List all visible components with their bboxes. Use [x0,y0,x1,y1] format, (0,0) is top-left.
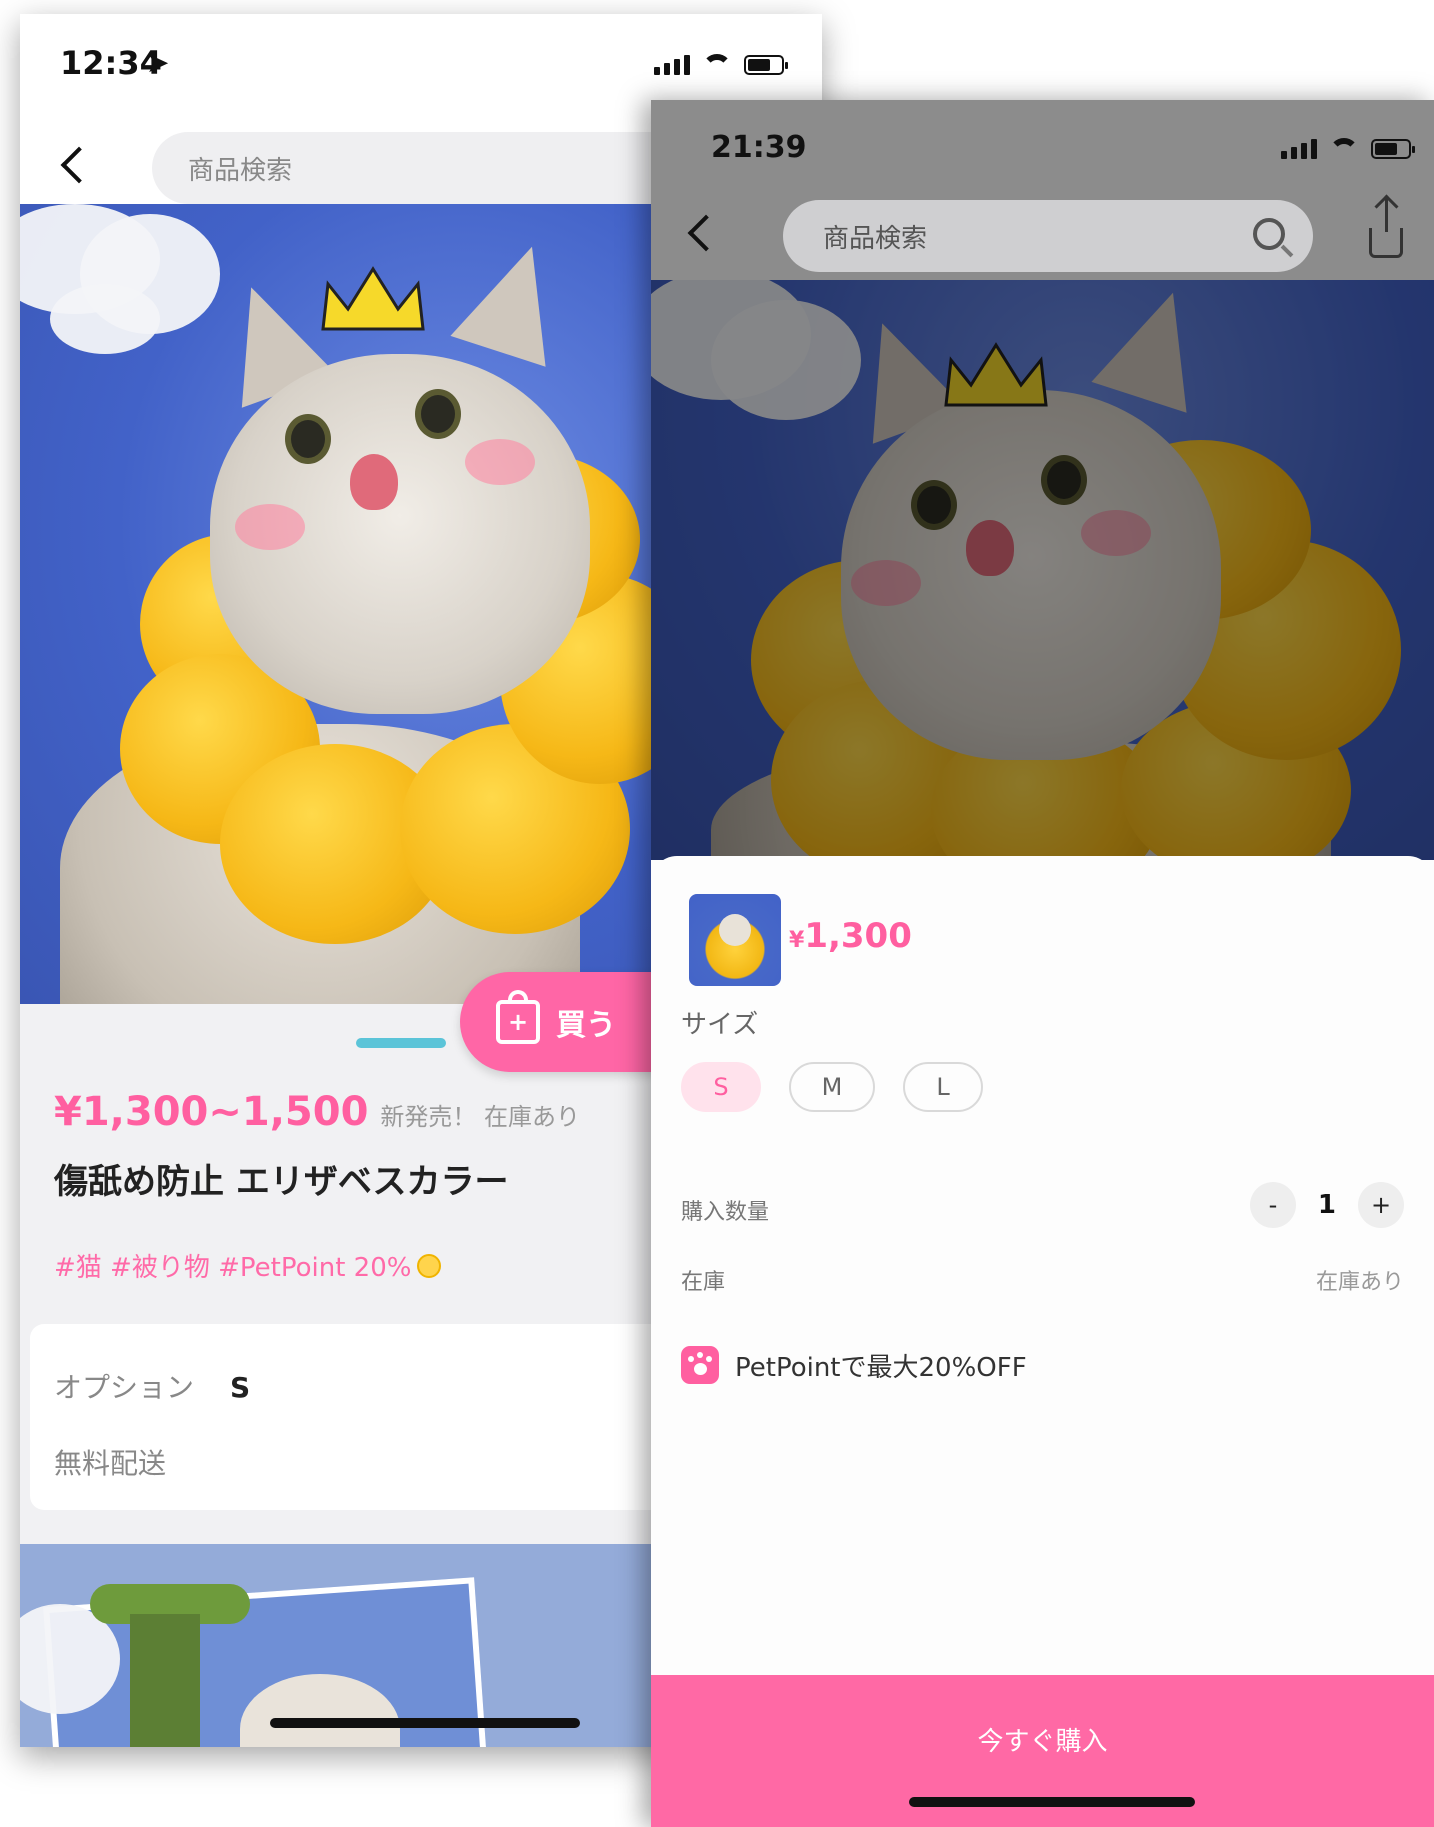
stock-value: 在庫あり [1315,1270,1404,1295]
search-placeholder: 商品検索 [823,223,928,254]
back-chevron-icon[interactable] [60,146,98,184]
back-chevron-icon[interactable] [687,214,725,252]
product-meta: 新発売！ 在庫あり [380,1103,581,1131]
option-label: オプション [54,1371,195,1404]
quantity-stepper: - 1 + [1249,1182,1404,1228]
dimmed-background[interactable]: 21:39 商品検索 [651,100,1434,860]
battery-icon [744,55,788,75]
option-row[interactable]: オプション S [54,1366,250,1406]
quantity-value: 1 [1317,1190,1336,1220]
quantity-label: 購入数量 [681,1200,770,1225]
price-value: 1,300 [804,916,912,956]
share-icon[interactable] [1369,198,1403,258]
size-chip-l[interactable]: L [903,1062,983,1112]
size-chip-s[interactable]: S [681,1062,761,1112]
wifi-icon [1329,138,1359,160]
shopping-bag-icon [496,990,540,1044]
sheet-price: ¥1,300 [789,916,912,956]
shipping-row: 無料配送 [54,1442,166,1482]
tags-text: #猫 #被り物 #PetPoint 20% [54,1253,412,1283]
status-icons [654,54,788,76]
location-arrow-icon: ➤ [146,46,170,79]
coin-icon [417,1253,442,1278]
image-pager-indicator [356,1038,446,1048]
option-value: S [230,1371,251,1404]
search-input[interactable]: 商品検索 [152,132,712,204]
buy-now-label: 今すぐ購入 [977,1727,1108,1757]
buy-button-label: 買う [556,1008,616,1043]
quantity-decrease-button[interactable]: - [1249,1182,1296,1228]
signal-icon [1281,139,1317,159]
battery-icon [1371,139,1415,159]
wifi-icon [702,54,732,76]
petpoint-text: PetPointで最大20%OFF [735,1352,1027,1383]
price-row: ¥1,300~1,500 新発売！ 在庫あり [54,1089,580,1135]
price-symbol: ¥ [789,928,805,953]
status-time: 21:39 [711,130,807,165]
home-indicator [909,1797,1195,1807]
petpoint-row[interactable]: PetPointで最大20%OFF [681,1346,1027,1384]
product-thumbnail [689,894,781,986]
home-indicator [270,1718,580,1728]
crown-icon [321,266,425,331]
search-placeholder: 商品検索 [188,155,293,186]
product-title: 傷舐め防止 エリザベスカラー [54,1162,509,1202]
size-label: サイズ [681,1010,759,1040]
search-icon[interactable] [1253,218,1285,250]
product-tags[interactable]: #猫 #被り物 #PetPoint 20% [54,1247,442,1284]
size-options: S M L [681,1062,983,1112]
status-icons [1281,138,1415,160]
paw-icon [681,1346,719,1384]
quantity-increase-button[interactable]: + [1358,1182,1404,1228]
purchase-sheet-screen: 21:39 商品検索 ¥1,300 サイズ S M L 購入数量 - 1 + 在… [651,100,1434,1827]
search-input[interactable]: 商品検索 [783,200,1313,272]
top-nav: 商品検索 [651,180,1434,280]
size-chip-m[interactable]: M [789,1062,875,1112]
buy-now-button[interactable]: 今すぐ購入 [651,1675,1434,1827]
product-price: ¥1,300~1,500 [54,1089,369,1135]
buy-button[interactable]: 買う [460,972,680,1072]
shipping-label: 無料配送 [54,1447,167,1480]
signal-icon [654,55,690,75]
stock-label: 在庫 [681,1270,726,1295]
